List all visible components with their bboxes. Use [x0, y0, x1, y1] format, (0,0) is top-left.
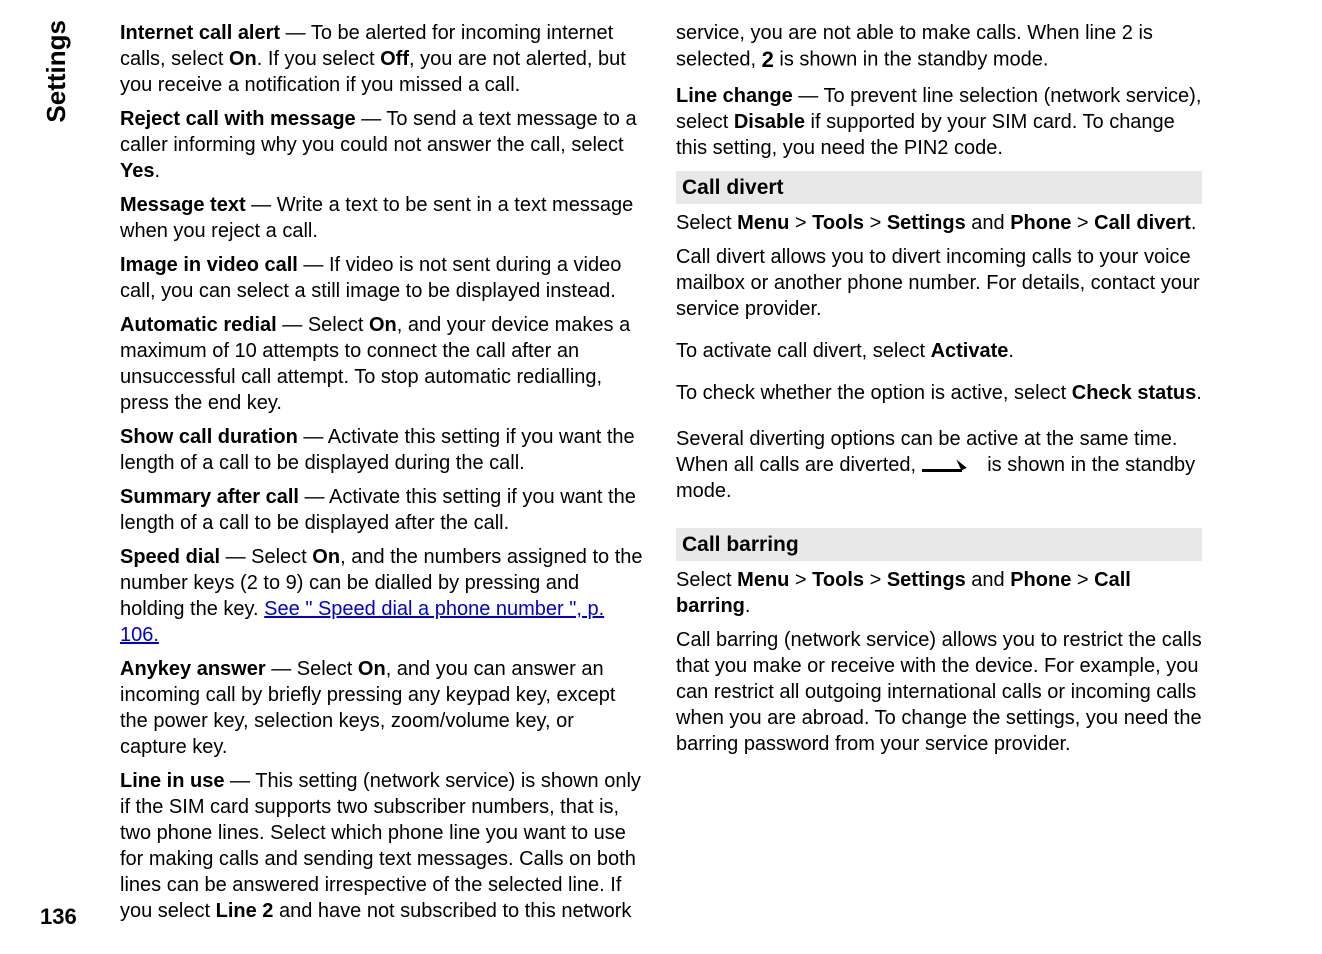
para-divert-multi: Several diverting options can be active …: [676, 426, 1202, 504]
term: Show call duration: [120, 426, 298, 448]
divert-arrow-icon: [922, 458, 982, 474]
text: .: [1008, 340, 1014, 362]
header-call-barring: Call barring: [676, 528, 1202, 561]
text: .: [154, 160, 160, 182]
menu-item: Call divert: [1094, 212, 1191, 234]
sep: >: [864, 569, 887, 591]
content-area: Internet call alert — To be alerted for …: [120, 20, 1202, 932]
term: Internet call alert: [120, 22, 280, 44]
para-line2-continued: service, you are not able to make calls.…: [676, 20, 1202, 75]
text: and have not subscribed to this network: [273, 900, 631, 922]
menu-item: Phone: [1010, 569, 1071, 591]
text: .: [745, 595, 751, 617]
para-automatic-redial: Automatic redial — Select On, and your d…: [120, 312, 646, 416]
para-barring-path: Select Menu > Tools > Settings and Phone…: [676, 567, 1202, 619]
para-line-in-use: Line in use — This setting (network serv…: [120, 768, 646, 924]
text: .: [1191, 212, 1197, 234]
option: Activate: [931, 340, 1009, 362]
page-number: 136: [40, 903, 90, 932]
para-summary-after-call: Summary after call — Activate this setti…: [120, 484, 646, 536]
para-anykey-answer: Anykey answer — Select On, and you can a…: [120, 656, 646, 760]
right-column: service, you are not able to make calls.…: [676, 20, 1202, 932]
term: Speed dial: [120, 546, 220, 568]
term: Line change: [676, 85, 793, 107]
text: is shown in the standby mode.: [774, 49, 1049, 71]
text: — Select: [277, 314, 369, 336]
para-show-call-duration: Show call duration — Activate this setti…: [120, 424, 646, 476]
term: Summary after call: [120, 486, 299, 508]
term: Image in video call: [120, 254, 298, 276]
para-divert-desc: Call divert allows you to divert incomin…: [676, 244, 1202, 322]
text: .: [1196, 382, 1202, 404]
menu-item: Tools: [812, 212, 864, 234]
option: Disable: [734, 111, 805, 133]
option: On: [229, 48, 257, 70]
para-speed-dial: Speed dial — Select On, and the numbers …: [120, 544, 646, 648]
menu-item: Tools: [812, 569, 864, 591]
sep: >: [789, 212, 812, 234]
section-label: Settings: [40, 20, 90, 123]
menu-item: Settings: [887, 569, 966, 591]
text: To activate call divert, select: [676, 340, 931, 362]
option: On: [312, 546, 340, 568]
menu-item: Menu: [737, 569, 789, 591]
menu-item: Phone: [1010, 212, 1071, 234]
sep: >: [864, 212, 887, 234]
sep: and: [966, 212, 1010, 234]
page-sidebar: Settings 136: [40, 20, 90, 932]
option: On: [358, 658, 386, 680]
para-message-text: Message text — Write a text to be sent i…: [120, 192, 646, 244]
text: To check whether the option is active, s…: [676, 382, 1072, 404]
para-divert-check: To check whether the option is active, s…: [676, 380, 1202, 406]
text: — Select: [220, 546, 312, 568]
term: Line in use: [120, 770, 224, 792]
menu-item: Settings: [887, 212, 966, 234]
text: . If you select: [257, 48, 380, 70]
para-divert-activate: To activate call divert, select Activate…: [676, 338, 1202, 364]
text: Select: [676, 212, 737, 234]
para-internet-call-alert: Internet call alert — To be alerted for …: [120, 20, 646, 98]
page-container: Settings 136 Internet call alert — To be…: [40, 20, 1202, 932]
menu-item: Menu: [737, 212, 789, 234]
sep: >: [1071, 212, 1094, 234]
term: Message text: [120, 194, 246, 216]
term: Anykey answer: [120, 658, 266, 680]
para-barring-desc: Call barring (network service) allows yo…: [676, 627, 1202, 757]
term: Automatic redial: [120, 314, 277, 336]
para-image-video-call: Image in video call — If video is not se…: [120, 252, 646, 304]
option: Check status: [1072, 382, 1197, 404]
option: Line 2: [216, 900, 274, 922]
text: Select: [676, 569, 737, 591]
option: Yes: [120, 160, 154, 182]
sep: >: [789, 569, 812, 591]
sep: and: [966, 569, 1010, 591]
option: On: [369, 314, 397, 336]
left-column: Internet call alert — To be alerted for …: [120, 20, 646, 932]
header-call-divert: Call divert: [676, 171, 1202, 204]
sep: >: [1071, 569, 1094, 591]
para-line-change: Line change — To prevent line selection …: [676, 83, 1202, 161]
para-reject-call: Reject call with message — To send a tex…: [120, 106, 646, 184]
para-divert-path: Select Menu > Tools > Settings and Phone…: [676, 210, 1202, 236]
term: Reject call with message: [120, 108, 356, 130]
line2-icon: 2: [762, 46, 774, 75]
text: — Select: [266, 658, 358, 680]
option: Off: [380, 48, 409, 70]
